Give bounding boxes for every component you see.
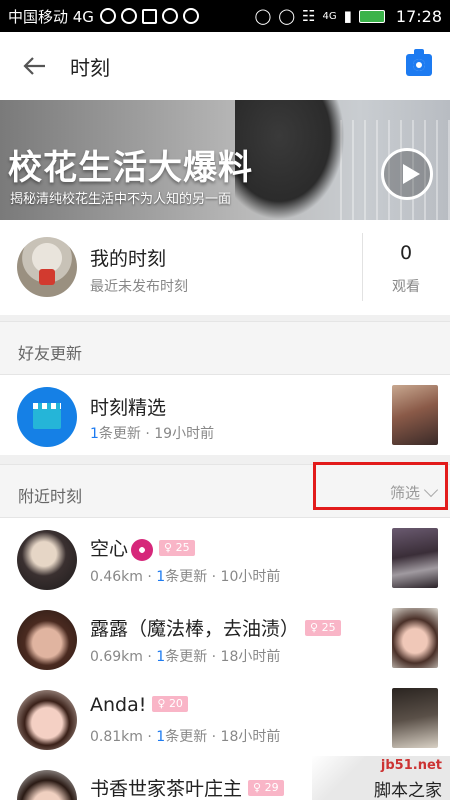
list-item[interactable]: 露露（魔法棒，去油渍） ♀ 25 0.69km · 1条更新 · 18小时前 [0,598,450,688]
age-badge: ♀ 25 [305,619,341,636]
friends-section-header: 好友更新 [0,321,450,375]
banner-subtitle: 揭秘清纯校花生活中不为人知的另一面 [10,192,232,207]
section-title: 好友更新 [18,344,83,363]
signal-icon: ▮ [343,7,352,25]
user-name: 露露（魔法棒，去油渍） ♀ 25 [90,614,341,641]
featured-subtitle: 1条更新 · 19小时前 [90,423,214,443]
avatar [17,770,77,800]
clock: 17:28 [395,6,442,26]
headphones-icon: ◯ [254,7,272,25]
arrow-left-icon [23,57,45,75]
app-icon [182,8,199,24]
top-bar: 时刻 [0,32,450,100]
status-bar: 中国移动 4G ◯ ◯ ☷ 4G ▮ 17:28 [0,0,450,32]
flower-icon [131,538,154,561]
user-meta: 0.69km · 1条更新 · 18小时前 [90,649,281,665]
my-moments-row[interactable]: 我的时刻 最近未发布时刻 0 观看 [0,220,450,315]
network-type-label: 4G [322,10,337,22]
update-text: 条更新 · 19小时前 [98,426,215,442]
avatar [17,237,77,297]
view-count-label: 观看 [392,279,420,295]
moment-thumbnail [392,608,438,668]
moment-thumbnail [392,528,438,588]
age-badge: ♀ 20 [152,695,188,712]
avatar [17,530,77,590]
age-badge: ♀ 29 [248,779,284,796]
age-badge: ♀ 25 [159,539,195,556]
my-moments-subtitle: 最近未发布时刻 [90,279,188,295]
my-moments-title: 我的时刻 [90,248,167,270]
play-icon[interactable] [381,148,433,200]
watermark-name: 脚本之家 [374,781,442,800]
list-item[interactable]: 空心 ♀ 25 0.46km · 1条更新 · 10小时前 [0,518,450,608]
user-meta: 0.46km · 1条更新 · 10小时前 [90,569,281,585]
moment-thumbnail [392,688,438,748]
banner[interactable]: 校花生活大爆料 揭秘清纯校花生活中不为人知的另一面 [0,100,450,220]
user-name: 书香世家茶叶庄主 ♀ 29 [90,774,284,800]
featured-title: 时刻精选 [90,397,167,419]
watermark-site: jb51.net [380,758,442,773]
banner-title: 校花生活大爆料 [8,148,253,188]
clapperboard-icon [17,387,77,447]
battery-icon [358,9,385,23]
update-count: 1 [90,426,99,442]
avatar [17,610,77,670]
page-title: 时刻 [70,55,110,80]
back-button[interactable] [0,32,70,100]
user-name: 空心 ♀ 25 [90,534,195,561]
carrier-label: 中国移动 4G [8,7,94,26]
camera-button[interactable] [406,49,432,76]
notification-icons [99,8,199,24]
user-name: Anda! ♀ 20 [90,694,188,716]
wifi-icon: ☷ [302,7,316,25]
system-icons: ◯ ◯ ☷ 4G ▮ 17:28 [254,7,442,26]
avatar [17,690,77,750]
alarm-icon: ◯ [278,7,296,25]
list-item[interactable]: Anda! ♀ 20 0.81km · 1条更新 · 18小时前 [0,678,450,768]
highlight-box [313,462,448,510]
view-count: 0 [399,242,413,264]
featured-moments-row[interactable]: 时刻精选 1条更新 · 19小时前 [0,375,450,455]
notification-icon [99,8,116,24]
media-icon [120,8,137,24]
user-meta: 0.81km · 1条更新 · 18小时前 [90,729,281,745]
featured-thumbnail [392,385,438,445]
image-icon [141,8,157,24]
section-title: 附近时刻 [18,487,83,506]
pause-icon [161,8,178,24]
